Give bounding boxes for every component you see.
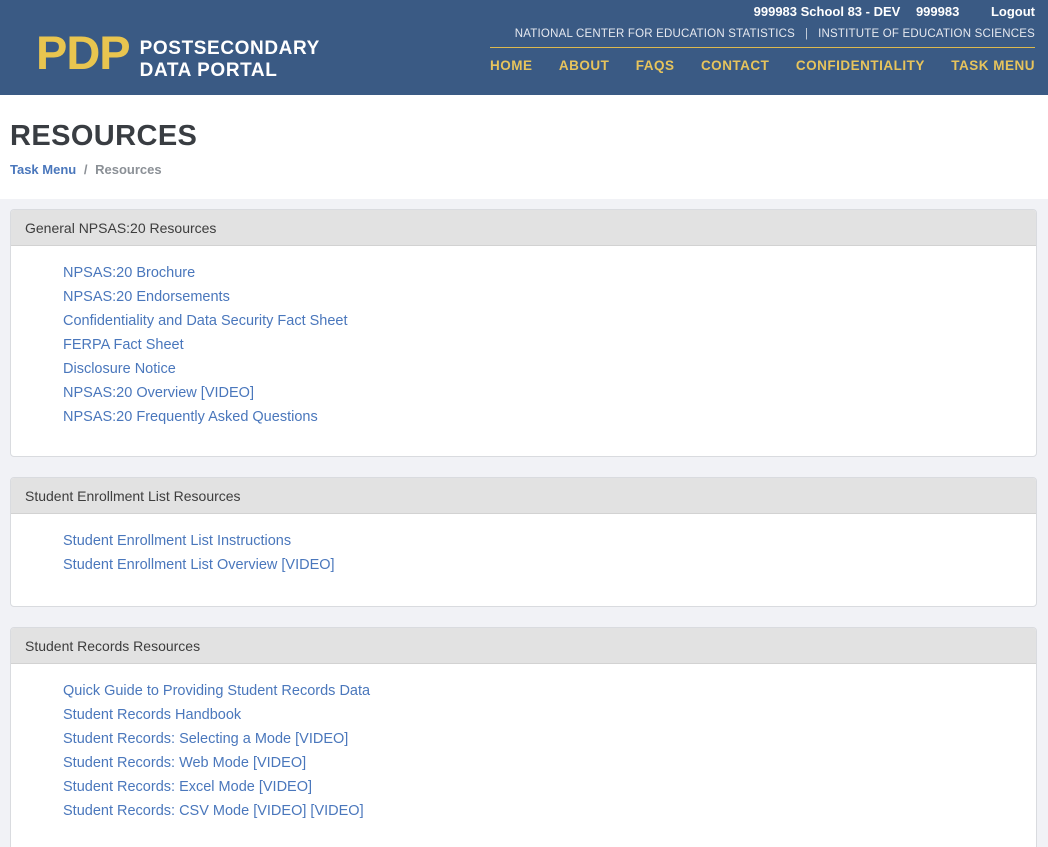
panel-body-enrollment-list: Student Enrollment List Instructions Stu… — [11, 514, 1036, 606]
panel-body-general-npsas: NPSAS:20 Brochure NPSAS:20 Endorsements … — [11, 246, 1036, 456]
resource-link[interactable]: Confidentiality and Data Security Fact S… — [63, 309, 1022, 333]
nav-contact[interactable]: CONTACT — [701, 58, 770, 73]
agency-separator: | — [804, 28, 809, 40]
resource-link[interactable]: Student Records: Selecting a Mode [VIDEO… — [63, 727, 1022, 751]
resource-link[interactable]: Quick Guide to Providing Student Records… — [63, 679, 1022, 703]
agency-nces-label: NATIONAL CENTER FOR EDUCATION STATISTICS — [514, 28, 795, 40]
resource-link[interactable]: Student Enrollment List Overview [VIDEO] — [63, 553, 1022, 577]
resource-link[interactable]: Disclosure Notice — [63, 357, 1022, 381]
agency-line: NATIONAL CENTER FOR EDUCATION STATISTICS… — [490, 28, 1035, 48]
logout-link[interactable]: Logout — [991, 4, 1035, 19]
resource-link[interactable]: Student Enrollment List Instructions — [63, 529, 1022, 553]
resource-link[interactable]: NPSAS:20 Endorsements — [63, 285, 1022, 309]
pdp-logo-text: POSTSECONDARY DATA PORTAL — [140, 38, 320, 82]
panel-general-npsas-resources: General NPSAS:20 Resources NPSAS:20 Broc… — [10, 209, 1037, 457]
breadcrumb-task-menu-link[interactable]: Task Menu — [10, 162, 76, 177]
pdp-logo-acronym: PDP — [36, 26, 131, 79]
resource-link[interactable]: Student Records Handbook — [63, 703, 1022, 727]
school-name-label: 999983 School 83 - DEV — [753, 4, 901, 19]
resource-link[interactable]: NPSAS:20 Brochure — [63, 261, 1022, 285]
nav-task-menu[interactable]: TASK MENU — [951, 58, 1035, 73]
nav-confidentiality[interactable]: CONFIDENTIALITY — [796, 58, 925, 73]
resource-link[interactable]: Student Records: CSV Mode [VIDEO] [VIDEO… — [63, 799, 1022, 823]
resource-link[interactable]: FERPA Fact Sheet — [63, 333, 1022, 357]
pdp-logo-line2: DATA PORTAL — [139, 60, 278, 82]
site-header: 999983 School 83 - DEV 999983 Logout PDP… — [0, 0, 1048, 95]
panel-student-records-resources: Student Records Resources Quick Guide to… — [10, 627, 1037, 847]
panel-header-student-records: Student Records Resources — [11, 628, 1036, 664]
nav-home[interactable]: HOME — [490, 58, 533, 73]
title-section: RESOURCES Task Menu / Resources — [0, 95, 1048, 199]
resource-link[interactable]: NPSAS:20 Frequently Asked Questions — [63, 405, 1022, 429]
main-nav: HOME ABOUT FAQS CONTACT CONFIDENTIALITY … — [490, 58, 1035, 73]
panel-header-general-npsas: General NPSAS:20 Resources — [11, 210, 1036, 246]
pdp-logo-line1: POSTSECONDARY — [139, 38, 320, 59]
panel-body-student-records: Quick Guide to Providing Student Records… — [11, 664, 1036, 847]
breadcrumb-separator: / — [83, 162, 88, 177]
panel-header-enrollment-list: Student Enrollment List Resources — [11, 478, 1036, 514]
resource-link[interactable]: NPSAS:20 Overview [VIDEO] — [63, 381, 1022, 405]
resource-link[interactable]: Student Records: Excel Mode [VIDEO] — [63, 775, 1022, 799]
header-main: PDP POSTSECONDARY DATA PORTAL NATIONAL C… — [0, 19, 1048, 82]
breadcrumb-current: Resources — [95, 162, 162, 177]
topbar: 999983 School 83 - DEV 999983 Logout — [0, 0, 1048, 19]
school-id-label: 999983 — [915, 4, 960, 19]
agency-ies-label: INSTITUTE OF EDUCATION SCIENCES — [818, 28, 1035, 40]
nav-about[interactable]: ABOUT — [559, 58, 610, 73]
nav-faqs[interactable]: FAQS — [636, 58, 675, 73]
panel-enrollment-list-resources: Student Enrollment List Resources Studen… — [10, 477, 1037, 607]
resource-link[interactable]: Student Records: Web Mode [VIDEO] — [63, 751, 1022, 775]
content-section: General NPSAS:20 Resources NPSAS:20 Broc… — [0, 199, 1048, 847]
breadcrumb: Task Menu / Resources — [10, 162, 1048, 177]
page-title: RESOURCES — [10, 120, 198, 152]
header-right: NATIONAL CENTER FOR EDUCATION STATISTICS… — [490, 28, 1035, 73]
pdp-logo[interactable]: PDP POSTSECONDARY DATA PORTAL — [36, 26, 320, 82]
